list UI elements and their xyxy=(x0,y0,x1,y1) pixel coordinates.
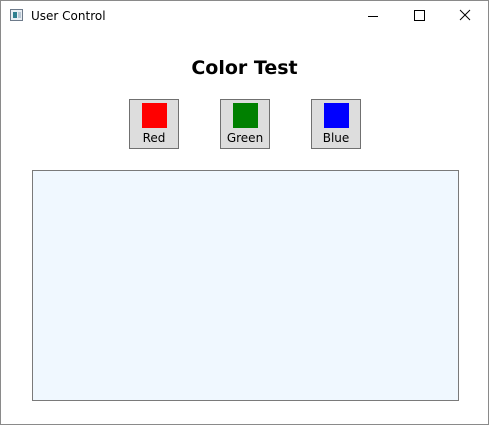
close-icon xyxy=(459,9,471,21)
minimize-button[interactable] xyxy=(350,1,396,31)
maximize-icon xyxy=(414,10,425,21)
blue-button[interactable]: Blue xyxy=(311,99,361,149)
minimize-icon xyxy=(368,16,378,17)
app-window-icon xyxy=(10,9,23,21)
blue-button-label: Blue xyxy=(322,131,350,145)
green-swatch-icon xyxy=(233,103,258,128)
maximize-button[interactable] xyxy=(396,1,442,31)
green-button[interactable]: Green xyxy=(220,99,270,149)
red-button[interactable]: Red xyxy=(129,99,179,149)
close-button[interactable] xyxy=(442,1,488,31)
page-title: Color Test xyxy=(191,57,298,79)
window-title: User Control xyxy=(31,9,106,23)
green-button-label: Green xyxy=(226,131,264,145)
red-button-label: Red xyxy=(142,131,166,145)
red-swatch-icon xyxy=(142,103,167,128)
blue-swatch-icon xyxy=(324,103,349,128)
color-display-panel xyxy=(32,170,459,401)
title-bar[interactable]: User Control xyxy=(1,1,488,31)
app-window: User Control Color Test Red Green Blue xyxy=(0,0,489,425)
